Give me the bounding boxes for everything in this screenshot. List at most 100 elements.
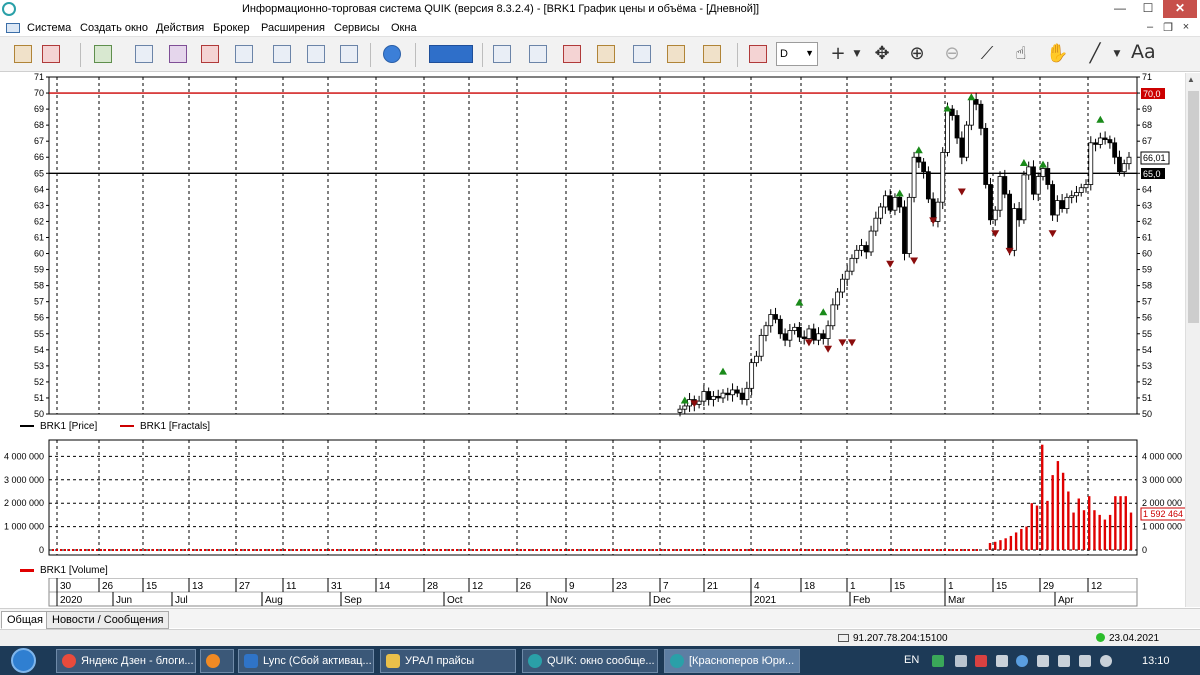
coins-button[interactable] bbox=[595, 43, 617, 65]
menu-item-extensions[interactable]: Расширения bbox=[261, 22, 325, 34]
tray-recorder-icon[interactable] bbox=[975, 655, 987, 667]
taskbar-item-folder[interactable]: УРАЛ прайсы bbox=[380, 649, 516, 673]
window-tabs: Общая Новости / Сообщения bbox=[0, 608, 1200, 629]
taskbar-item-browser[interactable]: Яндекс Дзен - блоги... bbox=[56, 649, 196, 673]
crosshair-dropdown[interactable]: ▼ bbox=[850, 43, 862, 65]
menu-item-windows[interactable]: Окна bbox=[391, 22, 417, 34]
volume-bar bbox=[948, 549, 950, 551]
volume-bar bbox=[276, 549, 278, 551]
line-tool-button[interactable]: ╱ bbox=[1084, 43, 1106, 65]
shield-icon[interactable] bbox=[932, 655, 944, 667]
ticker-button[interactable] bbox=[427, 43, 475, 65]
info-button[interactable] bbox=[381, 43, 403, 65]
flag-icon[interactable] bbox=[1079, 655, 1091, 667]
vertical-scrollbar[interactable]: ▲ bbox=[1185, 73, 1200, 607]
money-orders-button[interactable] bbox=[561, 43, 583, 65]
menu-item-broker[interactable]: Брокер bbox=[213, 22, 250, 34]
mdi-minimize-button[interactable]: – bbox=[1143, 21, 1157, 33]
key-delete-button[interactable] bbox=[40, 43, 62, 65]
minimize-button[interactable]: — bbox=[1106, 0, 1134, 18]
volume-bar bbox=[999, 540, 1002, 550]
volume-bar bbox=[812, 549, 814, 551]
bar-chart-button[interactable] bbox=[747, 43, 769, 65]
language-indicator[interactable]: EN bbox=[904, 654, 919, 666]
legend-label: BRK1 [Price] bbox=[40, 421, 98, 432]
tray-bluetooth-icon[interactable] bbox=[1037, 655, 1049, 667]
time-day-label: 14 bbox=[379, 581, 391, 592]
scroll-up-icon[interactable]: ▲ bbox=[1187, 75, 1195, 84]
volume-bar bbox=[372, 549, 374, 551]
volume-icon[interactable] bbox=[996, 655, 1008, 667]
table-config-button[interactable] bbox=[338, 43, 360, 65]
menu-item-services[interactable]: Сервисы bbox=[334, 22, 380, 34]
move-button[interactable]: ✥ bbox=[871, 43, 893, 65]
mdi-close-button[interactable]: × bbox=[1179, 21, 1193, 33]
volume-bar bbox=[620, 549, 622, 551]
deals-button[interactable] bbox=[233, 43, 255, 65]
candle-body bbox=[1126, 156, 1132, 165]
time-day-label: 29 bbox=[1043, 581, 1055, 592]
taskbar-item-quik-messages[interactable]: QUIK: окно сообще... bbox=[522, 649, 658, 673]
tray-app-icon[interactable] bbox=[955, 655, 967, 667]
tab-general[interactable]: Общая bbox=[1, 611, 49, 629]
volume-bar bbox=[904, 549, 906, 551]
search-quotes-button[interactable] bbox=[271, 43, 293, 65]
menu-item-system[interactable]: Система bbox=[27, 22, 71, 34]
legend-item-fractals[interactable]: BRK1 [Fractals] bbox=[120, 421, 210, 432]
taskbar-item-quik-main[interactable]: [Красноперов Юри... bbox=[664, 649, 800, 673]
system-menu-icon[interactable] bbox=[6, 23, 20, 33]
orders-button[interactable] bbox=[491, 43, 513, 65]
maximize-button[interactable]: ☐ bbox=[1134, 0, 1162, 18]
taskbar-item-lync[interactable]: Lync (Сбой активац... bbox=[238, 649, 374, 673]
tray-sync-icon[interactable] bbox=[1016, 655, 1028, 667]
legend-item-volume[interactable]: BRK1 [Volume] bbox=[20, 565, 108, 576]
ruler-button[interactable]: ⟋ bbox=[976, 43, 998, 65]
tab-news-messages[interactable]: Новости / Сообщения bbox=[46, 611, 170, 629]
table-window-button[interactable] bbox=[199, 43, 221, 65]
volume-bar bbox=[748, 549, 750, 551]
taskbar-item-app[interactable] bbox=[200, 649, 234, 673]
price-tick-label: 67 bbox=[1142, 136, 1152, 146]
volume-bar bbox=[844, 549, 846, 551]
zoom-in-button[interactable]: ⊕ bbox=[906, 43, 928, 65]
legend-item-price[interactable]: BRK1 [Price] bbox=[20, 421, 97, 432]
close-button[interactable]: ✕ bbox=[1163, 0, 1197, 18]
volume-chart[interactable]: 0 0 1 000 000 1 000 000 2 000 000 2 000 000 3 … bbox=[0, 437, 1200, 557]
time-day-label: 15 bbox=[894, 581, 906, 592]
network-tray-icon[interactable] bbox=[1058, 655, 1070, 667]
chart-window-button[interactable] bbox=[133, 43, 155, 65]
menu-item-create-window[interactable]: Создать окно bbox=[80, 22, 148, 34]
volume-bar bbox=[868, 549, 870, 551]
scrollbar-thumb[interactable] bbox=[1188, 91, 1199, 323]
time-axis[interactable]: 30 26 15 13 27 11 31 14 28 12 26 9 23 7 21 4 18 1 15 1 15 29 1… bbox=[0, 578, 1200, 607]
tray-settings-icon[interactable] bbox=[1100, 655, 1112, 667]
candle-body bbox=[868, 230, 874, 253]
pointer-button[interactable]: ☝ bbox=[1010, 43, 1032, 65]
menu-item-actions[interactable]: Действия bbox=[156, 22, 204, 34]
crosshair-button[interactable]: + bbox=[827, 43, 849, 65]
copy-button[interactable] bbox=[631, 43, 653, 65]
stop-orders-button[interactable] bbox=[527, 43, 549, 65]
bar-chart-icon bbox=[749, 45, 767, 63]
volume-bar bbox=[388, 549, 390, 551]
money-portfolio-button[interactable] bbox=[701, 43, 723, 65]
period-select[interactable]: D ▼ bbox=[776, 42, 818, 66]
line-tool-dropdown[interactable]: ▼ bbox=[1110, 43, 1122, 65]
portfolio-button[interactable] bbox=[665, 43, 687, 65]
hand-button[interactable]: ✋ bbox=[1044, 43, 1068, 65]
candle-body bbox=[1083, 184, 1089, 189]
price-chart[interactable]: 50 50 51 51 52 52 53 53 54 54 55 55 56 56 57 57 58 58 59 59… bbox=[0, 73, 1200, 417]
volume-bar bbox=[1025, 526, 1028, 550]
font-settings-button[interactable]: Aa bbox=[1131, 41, 1156, 63]
candle-body bbox=[758, 334, 764, 357]
start-button[interactable] bbox=[4, 647, 44, 674]
window-title: Информационно-торговая система QUIK (вер… bbox=[242, 3, 760, 15]
zoom-out-button[interactable]: ⊖ bbox=[941, 43, 963, 65]
chart-table-button[interactable] bbox=[167, 43, 189, 65]
new-chart-button[interactable] bbox=[92, 43, 114, 65]
key-button[interactable] bbox=[12, 43, 34, 65]
mdi-restore-button[interactable]: ❐ bbox=[1161, 21, 1175, 34]
price-tick-label: 58 bbox=[1142, 281, 1152, 291]
delete-button[interactable] bbox=[305, 43, 327, 65]
taskbar-item-label: УРАЛ прайсы bbox=[405, 655, 475, 667]
